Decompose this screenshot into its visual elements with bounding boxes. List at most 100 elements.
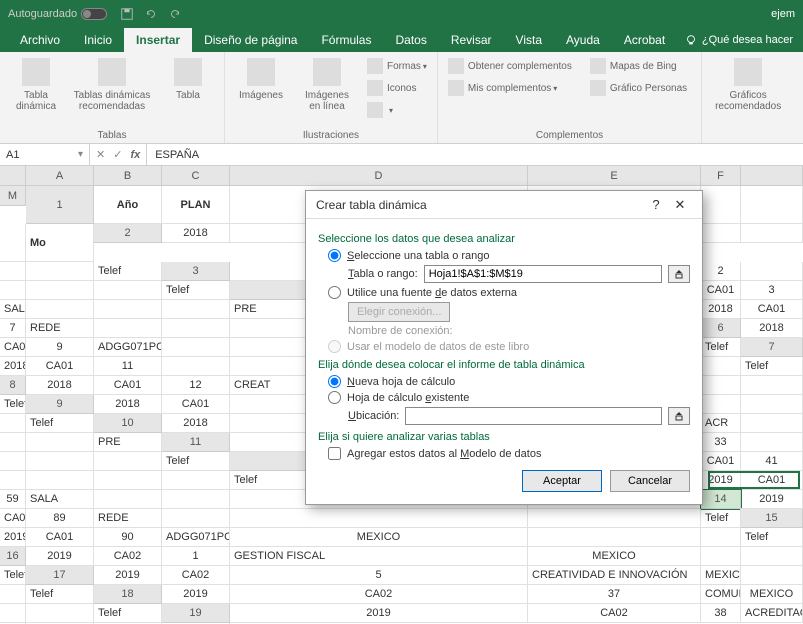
cell[interactable] [230, 509, 528, 528]
cell[interactable] [0, 433, 26, 452]
cell[interactable] [0, 262, 26, 281]
more-illustrations-button[interactable]: ▾ [363, 100, 431, 120]
cell[interactable]: MEXICO [741, 585, 803, 604]
cell[interactable] [26, 300, 94, 319]
radio-new-sheet[interactable] [328, 375, 341, 388]
cell[interactable]: PRE [94, 433, 162, 452]
cell[interactable] [0, 604, 26, 623]
cell[interactable]: CA01 [26, 528, 94, 547]
cell[interactable]: ADGG071PO REDES SOCIALES Y EMPRESA [162, 528, 230, 547]
cell[interactable]: REDE [26, 319, 94, 338]
cell[interactable]: 9 [26, 338, 94, 357]
cell[interactable]: 2018 [741, 319, 803, 338]
cell[interactable] [0, 452, 26, 471]
cell[interactable]: 12 [162, 376, 230, 395]
cell[interactable] [741, 566, 803, 585]
cell[interactable]: 5 [230, 566, 528, 585]
column-header[interactable]: C [162, 166, 230, 186]
opt-new-sheet[interactable]: Nueva hoja de cálculo [328, 375, 690, 388]
cell[interactable] [162, 300, 230, 319]
column-header[interactable]: E [528, 166, 701, 186]
column-header[interactable]: M [0, 186, 26, 206]
cell[interactable]: 2018 [162, 414, 230, 433]
cell[interactable] [741, 395, 803, 414]
radio-existing-sheet[interactable] [328, 391, 341, 404]
location-picker-button[interactable] [668, 407, 690, 425]
fx-icon[interactable]: fx [130, 149, 140, 161]
tab-revisar[interactable]: Revisar [439, 28, 504, 52]
undo-icon[interactable] [141, 4, 161, 24]
row-header[interactable]: 3 [162, 262, 230, 281]
cell[interactable]: Telef [26, 585, 94, 604]
cell[interactable]: CA01 [0, 338, 26, 357]
cell[interactable]: MEXICO [230, 528, 528, 547]
cell[interactable] [0, 281, 26, 300]
name-box[interactable]: A1▾ [0, 144, 90, 165]
cell[interactable] [94, 319, 162, 338]
cell[interactable]: Telef [162, 452, 230, 471]
cell[interactable]: 2018 [94, 395, 162, 414]
cell[interactable]: 59 [0, 490, 26, 509]
help-button[interactable]: ? [644, 197, 668, 212]
cell[interactable] [94, 471, 162, 490]
tab-inicio[interactable]: Inicio [72, 28, 124, 52]
pivottable-button[interactable]: Tabla dinámica [6, 56, 66, 112]
tab-ayuda[interactable]: Ayuda [554, 28, 612, 52]
shapes-button[interactable]: Formas▾ [363, 56, 431, 76]
cell[interactable] [94, 281, 162, 300]
cell[interactable] [741, 376, 803, 395]
row-header[interactable]: 10 [94, 414, 162, 433]
cell[interactable]: CA02 [528, 604, 701, 623]
cell[interactable]: Año [94, 186, 162, 224]
cell[interactable]: CA01 [94, 376, 162, 395]
cell[interactable]: Telef [26, 414, 94, 433]
cell[interactable]: MEXICO [701, 566, 741, 585]
location-input[interactable] [405, 407, 662, 425]
cell[interactable]: ADGG071PO [94, 338, 162, 357]
row-header[interactable]: 6 [701, 319, 741, 338]
cell[interactable]: SALA [26, 490, 94, 509]
cell[interactable]: 1 [162, 547, 230, 566]
cell[interactable] [0, 471, 26, 490]
tab-archivo[interactable]: Archivo [8, 28, 72, 52]
tab-diseno[interactable]: Diseño de página [192, 28, 309, 52]
cell[interactable] [741, 547, 803, 566]
cell[interactable]: Mo [26, 224, 94, 262]
tab-formulas[interactable]: Fórmulas [309, 28, 383, 52]
cell[interactable]: Telef [701, 338, 741, 357]
cell[interactable]: 2019 [701, 471, 741, 490]
cell[interactable] [94, 490, 162, 509]
cell[interactable] [26, 281, 94, 300]
opt-existing-sheet[interactable]: Hoja de cálculo existente [328, 391, 690, 404]
cell[interactable]: 33 [701, 433, 741, 452]
cell[interactable]: 2018 [162, 224, 230, 243]
cell[interactable] [162, 319, 230, 338]
images-button[interactable]: Imágenes [231, 56, 291, 101]
recommended-pivots-button[interactable]: Tablas dinámicas recomendadas [72, 56, 152, 112]
checkbox-add-to-model[interactable] [328, 447, 341, 460]
cell[interactable] [162, 490, 230, 509]
cell[interactable]: Telef [94, 262, 162, 281]
cell[interactable]: CA01 [701, 281, 741, 300]
row-header[interactable]: 19 [162, 604, 230, 623]
cell[interactable]: 90 [94, 528, 162, 547]
opt-external-source[interactable]: Utilice una fuente de datos externa [328, 286, 690, 299]
cell[interactable]: ACREDITACIÓN DOCENTE [741, 604, 803, 623]
cell[interactable]: 3 [741, 281, 803, 300]
cell[interactable] [701, 395, 741, 414]
row-header[interactable]: 9 [26, 395, 94, 414]
cell[interactable]: 41 [741, 452, 803, 471]
cell[interactable]: 89 [26, 509, 94, 528]
cell[interactable]: PLAN [162, 186, 230, 224]
cell[interactable] [0, 585, 26, 604]
cell[interactable]: Telef [0, 395, 26, 414]
cancel-fx-icon[interactable]: ✕ [96, 148, 105, 161]
people-graph-button[interactable]: Gráfico Personas [586, 78, 691, 98]
cell[interactable]: Telef [741, 528, 803, 547]
icons-button[interactable]: Iconos [363, 78, 431, 98]
column-header[interactable]: D [230, 166, 528, 186]
cell[interactable]: 38 [701, 604, 741, 623]
cell[interactable]: 2019 [162, 585, 230, 604]
cell[interactable] [701, 547, 741, 566]
online-images-button[interactable]: Imágenes en línea [297, 56, 357, 112]
